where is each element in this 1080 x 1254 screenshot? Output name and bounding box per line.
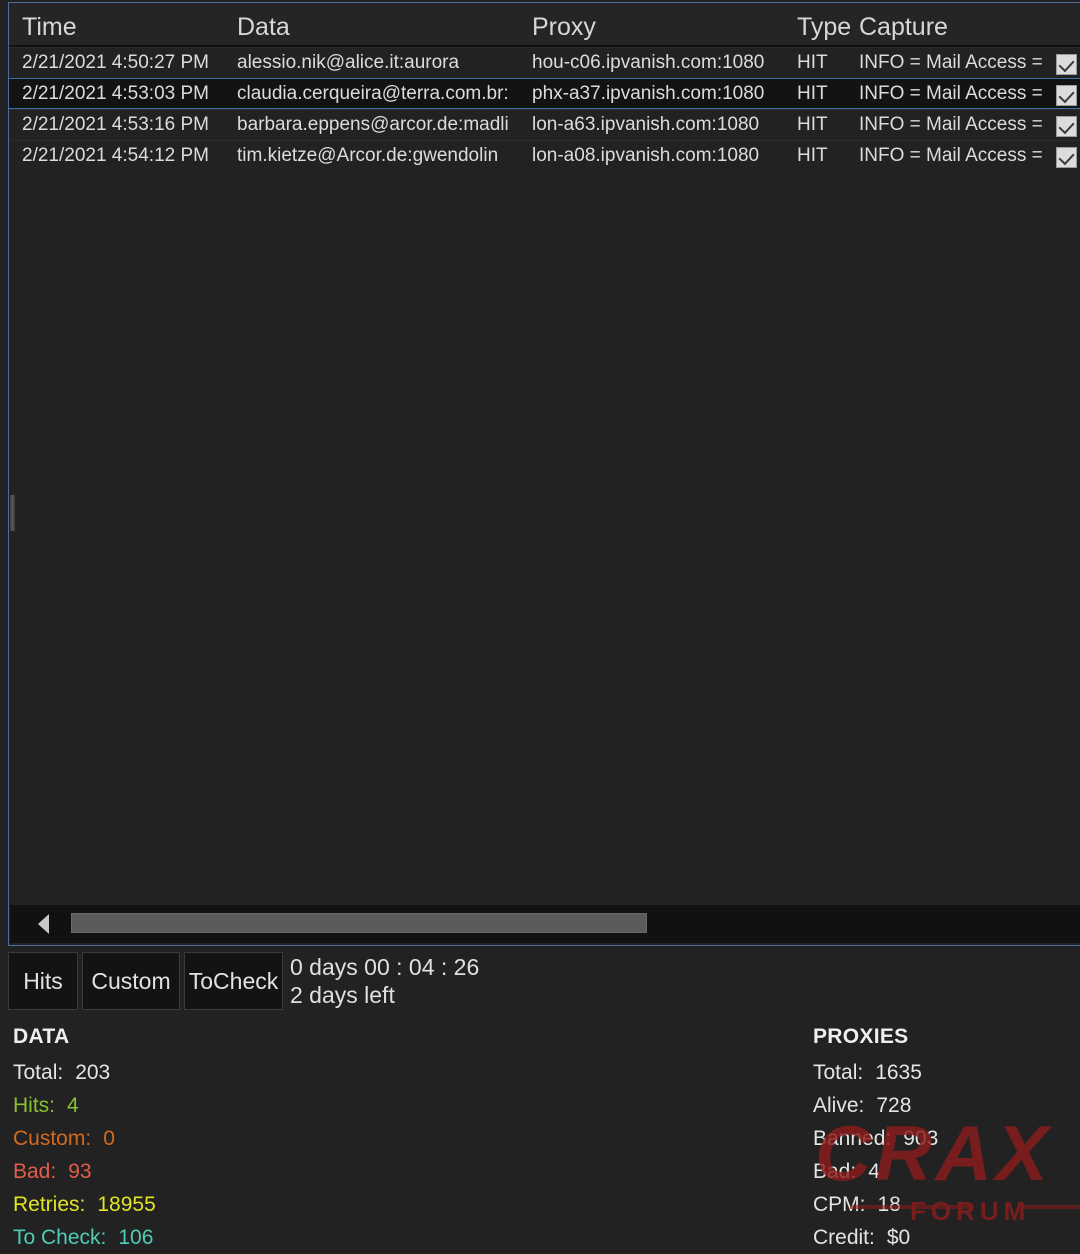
cell-data: claudia.cerqueira@terra.com.br:	[237, 83, 509, 104]
table-row[interactable]: 2/21/2021 4:53:03 PM claudia.cerqueira@t…	[9, 78, 1080, 109]
column-header-time[interactable]: Time	[22, 13, 232, 42]
column-header-proxy[interactable]: Proxy	[532, 13, 794, 42]
grid-rows: 2/21/2021 4:50:27 PM alessio.nik@alice.i…	[9, 47, 1080, 171]
proxy-stat-cpm: CPM: 18	[813, 1188, 938, 1221]
capture-checkbox[interactable]	[1056, 54, 1077, 75]
cell-proxy: phx-a37.ipvanish.com:1080	[532, 83, 765, 104]
cell-time: 2/21/2021 4:53:16 PM	[22, 114, 209, 135]
grid-header-row: Time Data Proxy Type Capture	[9, 3, 1080, 47]
statistics-panel: DATA Total: 203 Hits: 4 Custom: 0 Bad: 93 Re…	[0, 1016, 1080, 1249]
stat-retries: Retries: 18955	[13, 1188, 156, 1221]
triangle-left-icon[interactable]	[38, 914, 49, 934]
stat-label: Total:	[13, 1061, 64, 1084]
proxy-stat-banned: Banned: 903	[813, 1122, 938, 1155]
stat-label: Custom:	[13, 1127, 92, 1150]
table-row[interactable]: 2/21/2021 4:54:12 PM tim.kietze@Arcor.de…	[9, 140, 1080, 171]
tab-tocheck[interactable]: ToCheck	[184, 952, 283, 1010]
proxies-stats-title: PROXIES	[813, 1025, 909, 1048]
cell-time: 2/21/2021 4:50:27 PM	[22, 52, 209, 73]
data-stats-column: DATA Total: 203 Hits: 4 Custom: 0 Bad: 93 Re…	[13, 1016, 156, 1254]
proxy-stat-credit: Credit: $0	[813, 1221, 938, 1254]
stat-label: Bad:	[813, 1160, 857, 1183]
panel-splitter-grip[interactable]	[10, 495, 15, 531]
cell-time: 2/21/2021 4:53:03 PM	[22, 83, 209, 104]
horizontal-scrollbar[interactable]	[10, 905, 1080, 943]
cell-proxy: lon-a63.ipvanish.com:1080	[532, 114, 760, 135]
stat-value: 203	[75, 1061, 111, 1084]
stat-label: Retries:	[13, 1193, 86, 1216]
capture-checkbox[interactable]	[1056, 116, 1077, 137]
stat-value: 93	[68, 1160, 92, 1183]
column-header-data[interactable]: Data	[237, 13, 523, 42]
stat-value: 1635	[875, 1061, 922, 1084]
proxy-stat-total: Total: 1635	[813, 1056, 938, 1089]
proxy-stat-bad: Bad: 4	[813, 1155, 938, 1188]
stat-value: 106	[118, 1226, 154, 1249]
stat-label: CPM:	[813, 1193, 866, 1216]
tab-custom[interactable]: Custom	[82, 952, 180, 1010]
scrollbar-thumb[interactable]	[71, 913, 647, 933]
column-header-type[interactable]: Type	[797, 13, 855, 42]
cell-capture: INFO = Mail Access =	[859, 145, 1043, 166]
stat-value: $0	[886, 1226, 911, 1249]
cell-data: alessio.nik@alice.it:aurora	[237, 52, 460, 73]
stat-to-check: To Check: 106	[13, 1221, 156, 1254]
stat-label: Hits:	[13, 1094, 55, 1117]
proxy-stat-alive: Alive: 728	[813, 1089, 938, 1122]
column-header-capture[interactable]: Capture	[859, 13, 1055, 42]
stat-value: 18	[877, 1193, 901, 1216]
run-timer: 0 days 00 : 04 : 26 2 days left	[290, 953, 479, 1009]
timer-elapsed: 0 days 00 : 04 : 26	[290, 954, 480, 980]
proxies-stats-column: PROXIES Total: 1635 Alive: 728 Banned: 903 …	[813, 1016, 938, 1254]
cell-type: HIT	[797, 145, 828, 166]
cell-type: HIT	[797, 114, 828, 135]
stat-value: 18955	[97, 1193, 156, 1216]
stat-value: 903	[903, 1127, 939, 1150]
tab-hits[interactable]: Hits	[8, 952, 78, 1010]
table-row[interactable]: 2/21/2021 4:53:16 PM barbara.eppens@arco…	[9, 109, 1080, 140]
stat-custom: Custom: 0	[13, 1122, 156, 1155]
bottom-tab-bar: Hits Custom ToCheck 0 days 00 : 04 : 26 …	[8, 952, 1080, 1010]
hits-grid-panel: Time Data Proxy Type Capture 2/21/2021 4…	[8, 2, 1080, 946]
cell-data: tim.kietze@Arcor.de:gwendolin	[237, 145, 499, 166]
cell-data: barbara.eppens@arcor.de:madli	[237, 114, 509, 135]
timer-remaining: 2 days left	[290, 982, 395, 1008]
cell-time: 2/21/2021 4:54:12 PM	[22, 145, 209, 166]
stat-value: 728	[876, 1094, 912, 1117]
cell-type: HIT	[797, 52, 828, 73]
data-stats-title: DATA	[13, 1025, 70, 1048]
stat-total: Total: 203	[13, 1056, 156, 1089]
cell-capture: INFO = Mail Access =	[859, 114, 1043, 135]
stat-value: 4	[67, 1094, 79, 1117]
cell-type: HIT	[797, 83, 828, 104]
table-row[interactable]: 2/21/2021 4:50:27 PM alessio.nik@alice.i…	[9, 47, 1080, 78]
cell-capture: INFO = Mail Access =	[859, 83, 1043, 104]
stat-label: Bad:	[13, 1160, 57, 1183]
stat-label: To Check:	[13, 1226, 107, 1249]
cell-proxy: lon-a08.ipvanish.com:1080	[532, 145, 760, 166]
stat-hits: Hits: 4	[13, 1089, 156, 1122]
cell-capture: INFO = Mail Access =	[859, 52, 1043, 73]
stat-label: Alive:	[813, 1094, 865, 1117]
stat-label: Credit:	[813, 1226, 875, 1249]
stat-bad: Bad: 93	[13, 1155, 156, 1188]
cell-proxy: hou-c06.ipvanish.com:1080	[532, 52, 765, 73]
stat-value: 4	[868, 1160, 880, 1183]
stat-label: Banned:	[813, 1127, 892, 1150]
stat-label: Total:	[813, 1061, 864, 1084]
stat-value: 0	[103, 1127, 115, 1150]
capture-checkbox[interactable]	[1056, 85, 1077, 106]
capture-checkbox[interactable]	[1056, 147, 1077, 168]
